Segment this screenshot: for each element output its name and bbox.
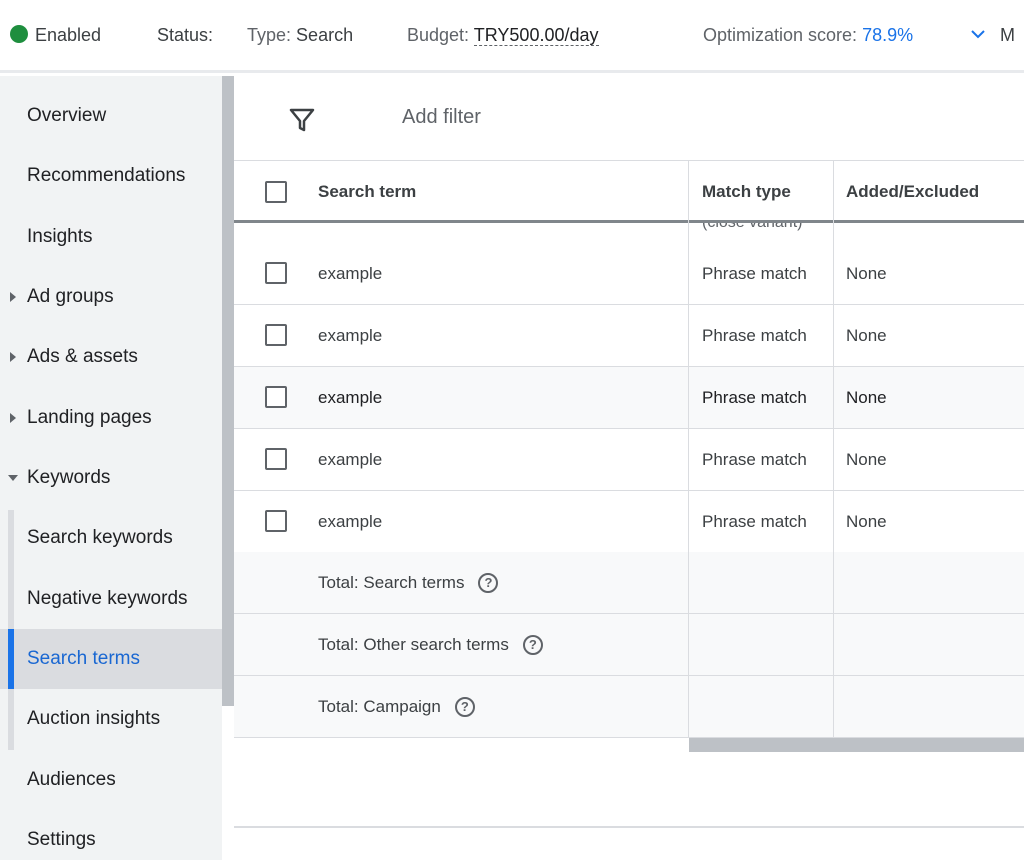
- card-bottom-edge: [234, 826, 1024, 828]
- caret-right-icon[interactable]: [10, 352, 16, 362]
- total-row: Total: Other search terms?: [234, 614, 1024, 676]
- campaign-budget[interactable]: Budget: TRY500.00/day: [407, 25, 599, 46]
- match-type-cell: Phrase match: [702, 511, 807, 531]
- status-enabled[interactable]: Enabled: [10, 25, 101, 46]
- total-other-search-terms: Total: Other search terms?: [318, 614, 543, 675]
- row-checkbox[interactable]: [265, 510, 287, 532]
- caret-down-icon[interactable]: [8, 475, 18, 481]
- optimization-score[interactable]: Optimization score: 78.9%: [703, 25, 913, 46]
- row-checkbox[interactable]: [265, 324, 287, 346]
- sidebar-item-recommendations[interactable]: Recommendations: [0, 146, 222, 206]
- sidebar-item-negative-keywords[interactable]: Negative keywords: [0, 569, 222, 629]
- table-row[interactable]: example Phrase match None: [234, 243, 1024, 305]
- table-row[interactable]: example Phrase match None: [234, 367, 1024, 429]
- page-menu-sidebar: ) Overview Recommendations Insights Ad g…: [0, 76, 222, 860]
- sidebar-item-ad-groups[interactable]: Ad groups: [0, 267, 222, 327]
- sidebar-item-overview[interactable]: Overview: [0, 86, 222, 146]
- campaign-status-bar: Enabled Status: Type: Search Budget: TRY…: [0, 0, 1024, 73]
- help-icon[interactable]: ?: [454, 696, 475, 717]
- total-campaign: Total: Campaign?: [318, 676, 475, 737]
- column-header-match-type[interactable]: Match type: [702, 161, 791, 223]
- sidebar-item-audiences[interactable]: Audiences: [0, 750, 222, 810]
- sidebar-item-search-terms[interactable]: Search terms: [0, 629, 222, 689]
- select-all-checkbox[interactable]: [265, 181, 287, 203]
- added-excluded-cell: None: [846, 511, 887, 531]
- sidebar-item-search-keywords[interactable]: Search keywords: [0, 508, 222, 568]
- status-label: Status:: [157, 25, 214, 45]
- filter-icon[interactable]: [289, 107, 315, 133]
- help-icon[interactable]: ?: [478, 572, 499, 593]
- search-term-cell: example: [318, 511, 383, 531]
- caret-right-icon[interactable]: [10, 413, 16, 423]
- caret-right-icon[interactable]: [10, 292, 16, 302]
- sidebar-item-auction-insights[interactable]: Auction insights: [0, 689, 222, 749]
- sidebar-item-insights[interactable]: Insights: [0, 207, 222, 267]
- added-excluded-cell: None: [846, 263, 887, 283]
- sidebar-item-keywords[interactable]: Keywords: [0, 448, 222, 508]
- added-excluded-cell: None: [846, 325, 887, 345]
- added-excluded-cell: None: [846, 449, 887, 469]
- search-term-cell: example: [318, 263, 383, 283]
- row-checkbox[interactable]: [265, 262, 287, 284]
- column-header-added-excluded[interactable]: Added/Excluded: [846, 161, 979, 223]
- table-row[interactable]: example Phrase match None: [234, 305, 1024, 367]
- total-search-terms: Total: Search terms?: [318, 552, 499, 613]
- search-term-cell: example: [318, 325, 383, 345]
- enabled-status-icon: [10, 25, 28, 43]
- row-checkbox[interactable]: [265, 386, 287, 408]
- column-header-search-term[interactable]: Search term: [318, 161, 416, 223]
- sidebar-scrollbar-thumb[interactable]: [222, 76, 234, 706]
- clipped-row-text: (close variant): [702, 223, 802, 232]
- sidebar-item-ads-assets[interactable]: Ads & assets: [0, 327, 222, 387]
- sidebar-item-settings[interactable]: Settings: [0, 810, 222, 860]
- total-row: Total: Search terms?: [234, 552, 1024, 614]
- table-row[interactable]: example Phrase match None: [234, 491, 1024, 553]
- total-row: Total: Campaign?: [234, 676, 1024, 738]
- row-checkbox[interactable]: [265, 448, 287, 470]
- more-details-toggle[interactable]: M: [970, 25, 1015, 46]
- match-type-cell: Phrase match: [702, 325, 807, 345]
- campaign-type: Type: Search: [247, 25, 354, 45]
- match-type-cell: Phrase match: [702, 263, 807, 283]
- help-icon[interactable]: ?: [522, 634, 543, 655]
- sidebar-item-landing-pages[interactable]: Landing pages: [0, 388, 222, 448]
- search-term-cell: example: [318, 387, 383, 407]
- search-terms-table-card: Add filter Search term Match type Added/…: [234, 76, 1024, 826]
- match-type-cell: Phrase match: [702, 387, 807, 407]
- table-horizontal-scrollbar[interactable]: [689, 738, 1024, 752]
- added-excluded-cell: None: [846, 387, 887, 407]
- column-divider: [833, 161, 834, 738]
- filter-bar: Add filter: [234, 76, 1024, 161]
- search-term-cell: example: [318, 449, 383, 469]
- column-divider: [688, 161, 689, 738]
- match-type-cell: Phrase match: [702, 449, 807, 469]
- chevron-down-icon: [971, 30, 985, 39]
- table-row[interactable]: example Phrase match None: [234, 429, 1024, 491]
- table-header: Search term Match type Added/Excluded: [234, 161, 1024, 223]
- add-filter-button[interactable]: Add filter: [402, 106, 481, 129]
